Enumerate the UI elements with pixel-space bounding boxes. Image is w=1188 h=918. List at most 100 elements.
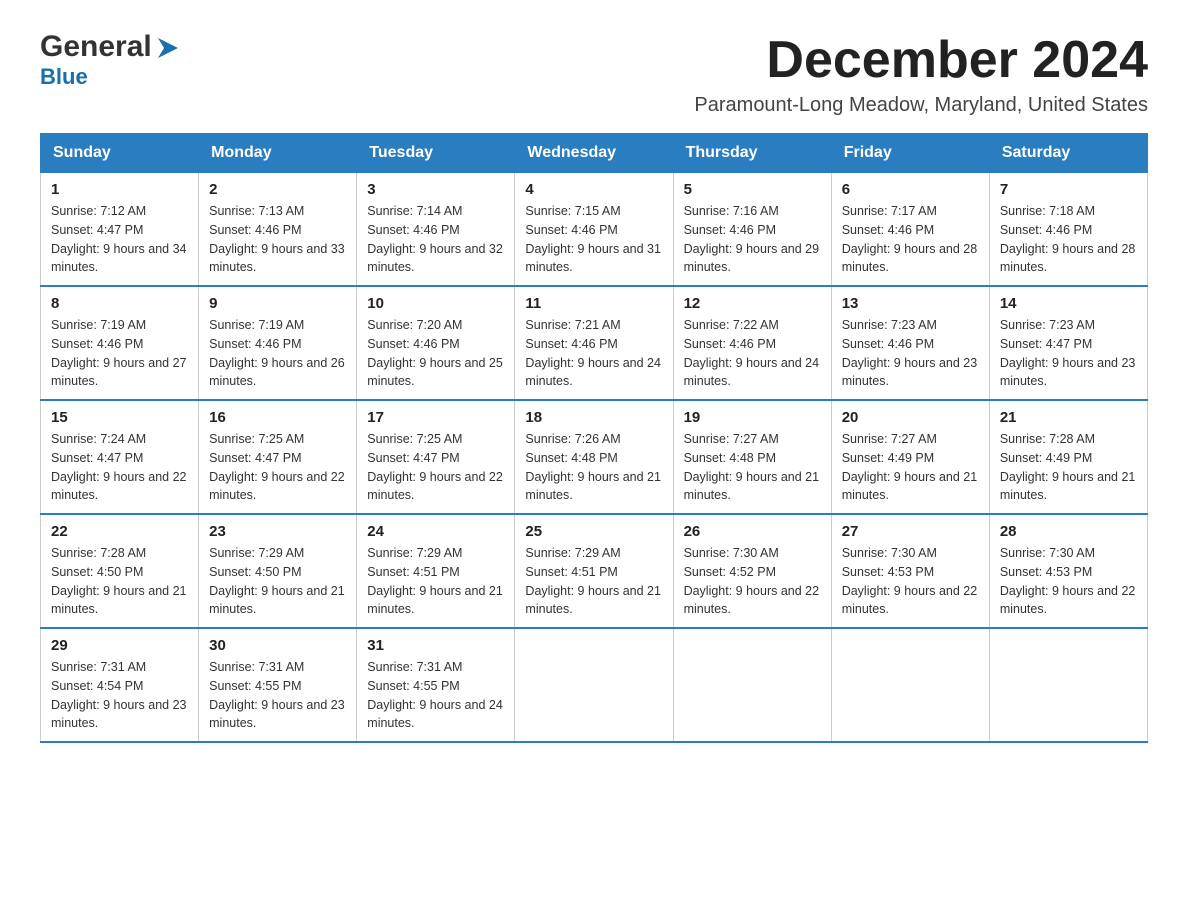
logo-blue-text: Blue xyxy=(40,64,88,89)
day-number: 29 xyxy=(51,637,188,654)
day-info: Sunrise: 7:20 AMSunset: 4:46 PMDaylight:… xyxy=(367,316,504,391)
calendar-week-row: 8 Sunrise: 7:19 AMSunset: 4:46 PMDaylight… xyxy=(41,286,1148,400)
day-number: 16 xyxy=(209,409,346,426)
day-info: Sunrise: 7:26 AMSunset: 4:48 PMDaylight:… xyxy=(525,430,662,505)
calendar-day-cell: 24 Sunrise: 7:29 AMSunset: 4:51 PMDayligh… xyxy=(357,514,515,628)
day-info: Sunrise: 7:31 AMSunset: 4:55 PMDaylight:… xyxy=(209,658,346,733)
calendar-day-cell: 28 Sunrise: 7:30 AMSunset: 4:53 PMDayligh… xyxy=(989,514,1147,628)
calendar-day-cell: 12Sunrise: 7:22 AMSunset: 4:46 PMDayligh… xyxy=(673,286,831,400)
day-info: Sunrise: 7:30 AMSunset: 4:53 PMDaylight:… xyxy=(1000,544,1137,619)
calendar-day-cell: 14 Sunrise: 7:23 AMSunset: 4:47 PMDayligh… xyxy=(989,286,1147,400)
day-number: 25 xyxy=(525,523,662,540)
calendar-day-cell: 11Sunrise: 7:21 AMSunset: 4:46 PMDayligh… xyxy=(515,286,673,400)
day-number: 17 xyxy=(367,409,504,426)
calendar-week-row: 29 Sunrise: 7:31 AMSunset: 4:54 PMDayligh… xyxy=(41,628,1148,742)
calendar-day-cell xyxy=(989,628,1147,742)
calendar-day-cell: 1 Sunrise: 7:12 AMSunset: 4:47 PMDaylight… xyxy=(41,173,199,287)
day-number: 24 xyxy=(367,523,504,540)
day-number: 22 xyxy=(51,523,188,540)
day-info: Sunrise: 7:30 AMSunset: 4:53 PMDaylight:… xyxy=(842,544,979,619)
calendar-day-cell: 3 Sunrise: 7:14 AMSunset: 4:46 PMDaylight… xyxy=(357,173,515,287)
day-info: Sunrise: 7:12 AMSunset: 4:47 PMDaylight:… xyxy=(51,202,188,277)
day-of-week-header: Tuesday xyxy=(357,134,515,173)
logo-blue-line: Blue xyxy=(40,64,88,90)
day-number: 3 xyxy=(367,181,504,198)
calendar-day-cell: 29 Sunrise: 7:31 AMSunset: 4:54 PMDayligh… xyxy=(41,628,199,742)
calendar-day-cell: 8 Sunrise: 7:19 AMSunset: 4:46 PMDaylight… xyxy=(41,286,199,400)
day-info: Sunrise: 7:27 AMSunset: 4:49 PMDaylight:… xyxy=(842,430,979,505)
day-number: 19 xyxy=(684,409,821,426)
calendar-day-cell xyxy=(831,628,989,742)
day-number: 9 xyxy=(209,295,346,312)
day-number: 4 xyxy=(525,181,662,198)
day-number: 14 xyxy=(1000,295,1137,312)
calendar-week-row: 22 Sunrise: 7:28 AMSunset: 4:50 PMDayligh… xyxy=(41,514,1148,628)
day-info: Sunrise: 7:13 AMSunset: 4:46 PMDaylight:… xyxy=(209,202,346,277)
day-info: Sunrise: 7:29 AMSunset: 4:51 PMDaylight:… xyxy=(525,544,662,619)
day-info: Sunrise: 7:21 AMSunset: 4:46 PMDaylight:… xyxy=(525,316,662,391)
calendar-day-cell: 21 Sunrise: 7:28 AMSunset: 4:49 PMDayligh… xyxy=(989,400,1147,514)
calendar-week-row: 15 Sunrise: 7:24 AMSunset: 4:47 PMDayligh… xyxy=(41,400,1148,514)
day-number: 6 xyxy=(842,181,979,198)
day-info: Sunrise: 7:24 AMSunset: 4:47 PMDaylight:… xyxy=(51,430,188,505)
day-number: 28 xyxy=(1000,523,1137,540)
day-number: 27 xyxy=(842,523,979,540)
calendar-day-cell: 16 Sunrise: 7:25 AMSunset: 4:47 PMDayligh… xyxy=(199,400,357,514)
calendar-day-cell xyxy=(673,628,831,742)
day-number: 8 xyxy=(51,295,188,312)
day-number: 23 xyxy=(209,523,346,540)
day-of-week-header: Friday xyxy=(831,134,989,173)
day-number: 15 xyxy=(51,409,188,426)
calendar-day-cell: 30 Sunrise: 7:31 AMSunset: 4:55 PMDayligh… xyxy=(199,628,357,742)
calendar-day-cell: 18Sunrise: 7:26 AMSunset: 4:48 PMDayligh… xyxy=(515,400,673,514)
calendar-day-cell: 2 Sunrise: 7:13 AMSunset: 4:46 PMDaylight… xyxy=(199,173,357,287)
month-title: December 2024 xyxy=(694,30,1148,90)
calendar-day-cell: 7Sunrise: 7:18 AMSunset: 4:46 PMDaylight… xyxy=(989,173,1147,287)
calendar-day-cell: 9Sunrise: 7:19 AMSunset: 4:46 PMDaylight… xyxy=(199,286,357,400)
calendar-day-cell xyxy=(515,628,673,742)
calendar-day-cell: 6Sunrise: 7:17 AMSunset: 4:46 PMDaylight… xyxy=(831,173,989,287)
day-info: Sunrise: 7:31 AMSunset: 4:54 PMDaylight:… xyxy=(51,658,188,733)
calendar-day-cell: 23 Sunrise: 7:29 AMSunset: 4:50 PMDayligh… xyxy=(199,514,357,628)
calendar-week-row: 1 Sunrise: 7:12 AMSunset: 4:47 PMDaylight… xyxy=(41,173,1148,287)
day-info: Sunrise: 7:28 AMSunset: 4:50 PMDaylight:… xyxy=(51,544,188,619)
day-number: 1 xyxy=(51,181,188,198)
calendar-day-cell: 27 Sunrise: 7:30 AMSunset: 4:53 PMDayligh… xyxy=(831,514,989,628)
subtitle: Paramount-Long Meadow, Maryland, United … xyxy=(694,94,1148,117)
day-info: Sunrise: 7:25 AMSunset: 4:47 PMDaylight:… xyxy=(209,430,346,505)
calendar-day-cell: 10 Sunrise: 7:20 AMSunset: 4:46 PMDayligh… xyxy=(357,286,515,400)
logo-general-line: General xyxy=(40,30,182,64)
calendar-day-cell: 15 Sunrise: 7:24 AMSunset: 4:47 PMDayligh… xyxy=(41,400,199,514)
logo-arrow-icon xyxy=(154,34,182,62)
day-number: 10 xyxy=(367,295,504,312)
calendar-day-cell: 25 Sunrise: 7:29 AMSunset: 4:51 PMDayligh… xyxy=(515,514,673,628)
day-info: Sunrise: 7:19 AMSunset: 4:46 PMDaylight:… xyxy=(51,316,188,391)
day-number: 20 xyxy=(842,409,979,426)
day-number: 21 xyxy=(1000,409,1137,426)
day-number: 5 xyxy=(684,181,821,198)
logo: General Blue xyxy=(40,30,182,90)
calendar-day-cell: 5Sunrise: 7:16 AMSunset: 4:46 PMDaylight… xyxy=(673,173,831,287)
calendar-day-cell: 4Sunrise: 7:15 AMSunset: 4:46 PMDaylight… xyxy=(515,173,673,287)
day-info: Sunrise: 7:29 AMSunset: 4:51 PMDaylight:… xyxy=(367,544,504,619)
day-of-week-header: Thursday xyxy=(673,134,831,173)
day-info: Sunrise: 7:23 AMSunset: 4:47 PMDaylight:… xyxy=(1000,316,1137,391)
title-section: December 2024 Paramount-Long Meadow, Mar… xyxy=(694,30,1148,117)
day-info: Sunrise: 7:28 AMSunset: 4:49 PMDaylight:… xyxy=(1000,430,1137,505)
day-info: Sunrise: 7:14 AMSunset: 4:46 PMDaylight:… xyxy=(367,202,504,277)
day-number: 12 xyxy=(684,295,821,312)
calendar-day-cell: 19Sunrise: 7:27 AMSunset: 4:48 PMDayligh… xyxy=(673,400,831,514)
day-number: 30 xyxy=(209,637,346,654)
day-of-week-header: Monday xyxy=(199,134,357,173)
calendar-day-cell: 20 Sunrise: 7:27 AMSunset: 4:49 PMDayligh… xyxy=(831,400,989,514)
day-number: 2 xyxy=(209,181,346,198)
calendar-header-row: SundayMondayTuesdayWednesdayThursdayFrid… xyxy=(41,134,1148,173)
day-number: 31 xyxy=(367,637,504,654)
header: General Blue December 2024 Paramount-Lon… xyxy=(40,30,1148,117)
day-number: 26 xyxy=(684,523,821,540)
day-info: Sunrise: 7:29 AMSunset: 4:50 PMDaylight:… xyxy=(209,544,346,619)
day-number: 7 xyxy=(1000,181,1137,198)
calendar-day-cell: 22 Sunrise: 7:28 AMSunset: 4:50 PMDayligh… xyxy=(41,514,199,628)
calendar-day-cell: 17Sunrise: 7:25 AMSunset: 4:47 PMDayligh… xyxy=(357,400,515,514)
day-of-week-header: Wednesday xyxy=(515,134,673,173)
